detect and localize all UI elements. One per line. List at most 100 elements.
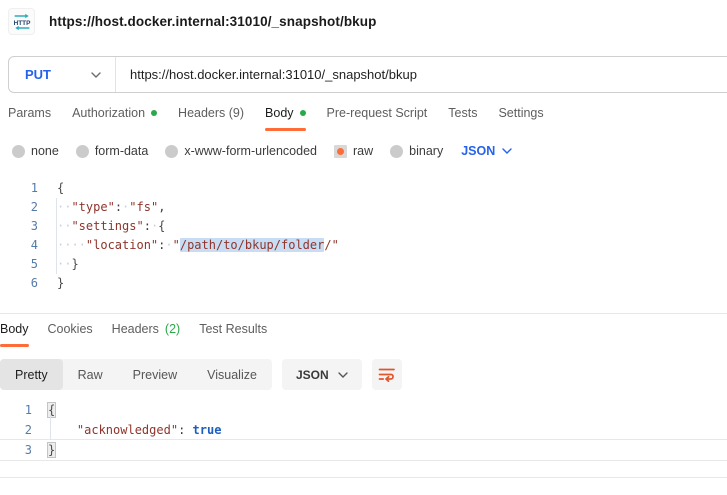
chevron-down-icon — [91, 72, 101, 78]
response-language-selector[interactable]: JSON — [282, 359, 362, 390]
json-boolean: true — [193, 423, 222, 437]
tab-tests[interactable]: Tests — [448, 106, 477, 131]
radio-icon — [390, 145, 403, 158]
svg-text:HTTP: HTTP — [13, 19, 31, 26]
whitespace-dots: ·· — [57, 257, 71, 271]
tab-label: Pre-request Script — [327, 106, 428, 120]
line-number: 1 — [0, 400, 32, 420]
line-number: 2 — [0, 198, 38, 217]
code-line: 2 ··"type":·"fs", — [0, 198, 727, 217]
method-label: PUT — [25, 67, 51, 82]
whitespace-dots: ·· — [57, 219, 71, 233]
json-key: "settings" — [71, 219, 143, 233]
radio-icon — [165, 145, 178, 158]
tab-label: Body — [265, 106, 294, 120]
view-label: Pretty — [15, 368, 48, 382]
mode-form-data[interactable]: form-data — [76, 144, 149, 158]
line-number: 3 — [0, 217, 38, 236]
tab-label: Test Results — [199, 322, 267, 336]
mode-label: form-data — [95, 144, 149, 158]
view-label: Visualize — [207, 368, 257, 382]
mode-raw[interactable]: raw — [334, 144, 373, 158]
punctuation: : — [178, 423, 192, 437]
tab-pre-request-script[interactable]: Pre-request Script — [327, 106, 428, 131]
response-body-viewer[interactable]: 1 { 2 "acknowledged": true 3 } — [0, 400, 727, 460]
tab-authorization[interactable]: Authorization — [72, 106, 157, 131]
radio-selected-icon — [334, 145, 347, 158]
tab-settings[interactable]: Settings — [498, 106, 543, 131]
http-request-icon: HTTP — [8, 8, 35, 35]
code-line: 5 ··} — [0, 255, 727, 274]
line-number: 2 — [0, 420, 32, 440]
tab-label: Settings — [498, 106, 543, 120]
response-tab-headers[interactable]: Headers (2) — [112, 322, 181, 347]
punctuation: : — [144, 219, 151, 233]
view-mode-group: Pretty Raw Preview Visualize — [0, 359, 272, 390]
headers-count-badge: (2) — [165, 322, 180, 336]
whitespace-dots: · — [165, 238, 172, 252]
url-bar: PUT — [8, 56, 727, 93]
view-raw[interactable]: Raw — [63, 359, 118, 390]
mode-x-www-form-urlencoded[interactable]: x-www-form-urlencoded — [165, 144, 317, 158]
response-tab-body[interactable]: Body — [0, 322, 29, 347]
line-number: 1 — [0, 179, 38, 198]
section-divider — [0, 313, 727, 314]
bottom-divider — [0, 477, 727, 478]
indent-guide — [56, 198, 57, 274]
view-label: Raw — [78, 368, 103, 382]
request-body-editor[interactable]: 1 { 2 ··"type":·"fs", 3 ··"settings":·{ … — [0, 179, 727, 293]
language-label: JSON — [461, 144, 495, 158]
line-number: 4 — [0, 236, 38, 255]
view-preview[interactable]: Preview — [118, 359, 192, 390]
method-selector[interactable]: PUT — [9, 57, 115, 92]
json-key: "acknowledged" — [77, 423, 178, 437]
chevron-down-icon — [338, 372, 348, 378]
request-title-bar: HTTP https://host.docker.internal:31010/… — [8, 8, 376, 35]
tab-params[interactable]: Params — [8, 106, 51, 131]
selected-text: /path/to/bkup/folder — [180, 238, 325, 252]
tab-label: Headers (9) — [178, 106, 244, 120]
tab-label: Params — [8, 106, 51, 120]
line-number: 5 — [0, 255, 38, 274]
green-dot-icon — [151, 110, 157, 116]
language-label: JSON — [296, 368, 329, 382]
green-dot-icon — [300, 110, 306, 116]
response-tab-cookies[interactable]: Cookies — [48, 322, 93, 347]
brace: } — [71, 257, 78, 271]
json-key: "type" — [71, 200, 114, 214]
tab-body[interactable]: Body — [265, 106, 306, 131]
code-line: 6 } — [0, 274, 727, 293]
request-language-selector[interactable]: JSON — [461, 144, 512, 158]
code-line: 4 ····"location":·"/path/to/bkup/folder/… — [0, 236, 727, 255]
json-value: /" — [324, 238, 338, 252]
whitespace-dots: ···· — [57, 238, 86, 252]
tab-label: Cookies — [48, 322, 93, 336]
tab-label: Headers — [112, 322, 159, 336]
response-view-controls: Pretty Raw Preview Visualize JSON — [0, 359, 402, 390]
mode-binary[interactable]: binary — [390, 144, 443, 158]
code-line-current: 3 } — [0, 440, 727, 460]
tab-headers[interactable]: Headers (9) — [178, 106, 244, 131]
mode-label: raw — [353, 144, 373, 158]
json-value: "fs" — [129, 200, 158, 214]
mode-label: x-www-form-urlencoded — [184, 144, 317, 158]
whitespace — [48, 423, 77, 437]
wrap-line-icon — [378, 367, 396, 382]
json-key: "location" — [86, 238, 158, 252]
code-line: 1 { — [0, 179, 727, 198]
punctuation: : — [115, 200, 122, 214]
request-tabs: Params Authorization Headers (9) Body Pr… — [8, 106, 544, 131]
code-line: 2 "acknowledged": true — [0, 420, 727, 440]
request-title: https://host.docker.internal:31010/_snap… — [49, 14, 376, 29]
radio-icon — [12, 145, 25, 158]
view-label: Preview — [133, 368, 177, 382]
url-input[interactable] — [116, 57, 727, 92]
wrap-line-button[interactable] — [372, 359, 402, 390]
response-tab-test-results[interactable]: Test Results — [199, 322, 267, 347]
view-visualize[interactable]: Visualize — [192, 359, 272, 390]
brace: { — [57, 181, 64, 195]
mode-label: none — [31, 144, 59, 158]
mode-label: binary — [409, 144, 443, 158]
mode-none[interactable]: none — [12, 144, 59, 158]
view-pretty[interactable]: Pretty — [0, 359, 63, 390]
